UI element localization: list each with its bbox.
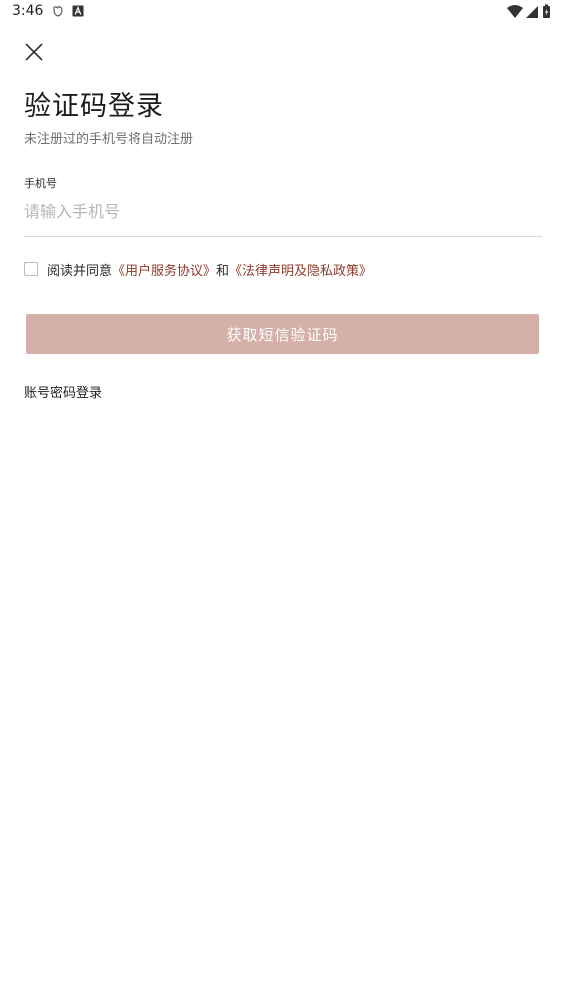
close-icon [25, 43, 43, 61]
phone-input[interactable] [24, 198, 541, 224]
status-time: 3:46 [12, 3, 44, 19]
user-agreement-link[interactable]: 《用户服务协议》 [112, 264, 216, 279]
agreement-text: 阅读并同意《用户服务协议》和《法律声明及隐私政策》 [47, 260, 372, 279]
wifi-icon [507, 5, 523, 18]
font-a-notification-icon [72, 5, 84, 17]
battery-charging-icon [543, 4, 550, 18]
close-button[interactable] [22, 40, 46, 64]
cellular-signal-icon [526, 6, 538, 18]
agreement-prefix: 阅读并同意 [47, 264, 113, 279]
page-subtitle: 未注册过的手机号将自动注册 [24, 132, 194, 147]
agreement-connector: 和 [216, 264, 230, 279]
get-sms-code-button[interactable]: 获取短信验证码 [26, 314, 539, 354]
privacy-policy-link[interactable]: 《法律声明及隐私政策》 [229, 264, 372, 279]
phone-input-underline [24, 236, 542, 237]
page-title: 验证码登录 [24, 91, 164, 122]
status-right-icons [507, 4, 550, 18]
shield-notification-icon [53, 5, 63, 17]
phone-field-label: 手机号 [24, 177, 57, 190]
password-login-link[interactable]: 账号密码登录 [24, 382, 102, 401]
agreement-checkbox[interactable] [24, 262, 38, 276]
status-bar: 3:46 [0, 0, 565, 24]
